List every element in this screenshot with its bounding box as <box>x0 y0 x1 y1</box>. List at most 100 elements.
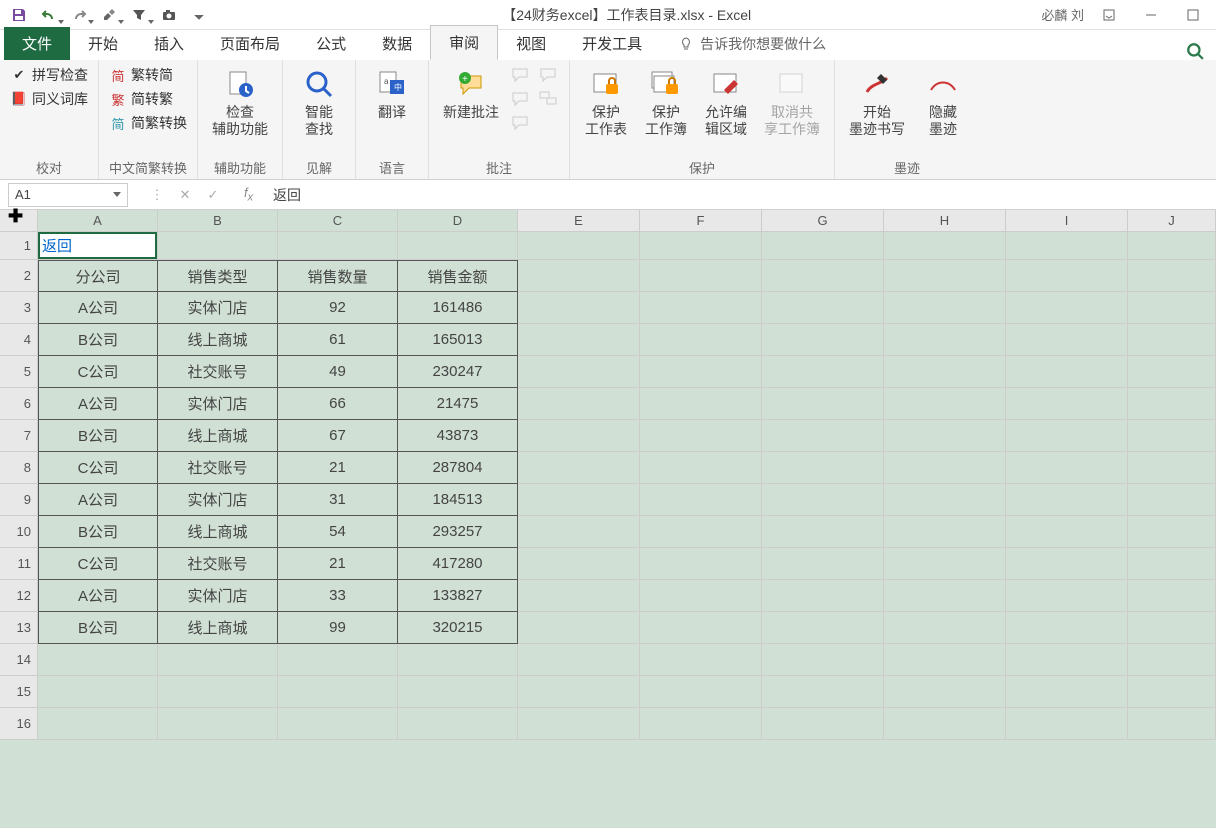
cell-B14[interactable] <box>158 644 278 676</box>
cell-H6[interactable] <box>884 388 1006 420</box>
tab-home[interactable]: 开始 <box>70 27 136 60</box>
qat-customize[interactable] <box>186 3 212 27</box>
cell-A15[interactable] <box>38 676 158 708</box>
cell-C6[interactable]: 66 <box>278 388 398 420</box>
cell-I11[interactable] <box>1006 548 1128 580</box>
col-header-C[interactable]: C <box>278 210 398 232</box>
cell-C2[interactable]: 销售数量 <box>278 260 398 292</box>
cancel-icon[interactable]: ✕ <box>176 187 194 203</box>
cell-J11[interactable] <box>1128 548 1216 580</box>
cell-C16[interactable] <box>278 708 398 740</box>
cell-H4[interactable] <box>884 324 1006 356</box>
cell-A8[interactable]: C公司 <box>38 452 158 484</box>
cell-I6[interactable] <box>1006 388 1128 420</box>
cell-G13[interactable] <box>762 612 884 644</box>
convert-button[interactable]: 简简繁转换 <box>109 112 187 134</box>
cell-G9[interactable] <box>762 484 884 516</box>
cell-G4[interactable] <box>762 324 884 356</box>
cell-E9[interactable] <box>518 484 640 516</box>
cell-H12[interactable] <box>884 580 1006 612</box>
cell-J10[interactable] <box>1128 516 1216 548</box>
name-box[interactable]: A1 <box>8 183 128 207</box>
col-header-A[interactable]: A <box>38 210 158 232</box>
row-header-13[interactable]: 13 <box>0 612 38 644</box>
tab-data[interactable]: 数据 <box>364 27 430 60</box>
row-header-12[interactable]: 12 <box>0 580 38 612</box>
cell-D15[interactable] <box>398 676 518 708</box>
cell-J7[interactable] <box>1128 420 1216 452</box>
cell-C3[interactable]: 92 <box>278 292 398 324</box>
cell-D10[interactable]: 293257 <box>398 516 518 548</box>
cell-C11[interactable]: 21 <box>278 548 398 580</box>
cell-A9[interactable]: A公司 <box>38 484 158 516</box>
cell-A14[interactable] <box>38 644 158 676</box>
cell-C8[interactable]: 21 <box>278 452 398 484</box>
cell-E4[interactable] <box>518 324 640 356</box>
cell-B3[interactable]: 实体门店 <box>158 292 278 324</box>
cell-E6[interactable] <box>518 388 640 420</box>
cell-F6[interactable] <box>640 388 762 420</box>
cell-A3[interactable]: A公司 <box>38 292 158 324</box>
spreadsheet-grid[interactable]: ABCDEFGHIJ 12345678910111213141516 返回分公司… <box>0 210 1216 828</box>
cell-C9[interactable]: 31 <box>278 484 398 516</box>
maximize-button[interactable] <box>1176 3 1210 27</box>
cell-H10[interactable] <box>884 516 1006 548</box>
row-header-7[interactable]: 7 <box>0 420 38 452</box>
cell-A12[interactable]: A公司 <box>38 580 158 612</box>
cell-B12[interactable]: 实体门店 <box>158 580 278 612</box>
cell-G3[interactable] <box>762 292 884 324</box>
cell-E1[interactable] <box>518 232 640 260</box>
cell-J5[interactable] <box>1128 356 1216 388</box>
cell-H2[interactable] <box>884 260 1006 292</box>
cell-H13[interactable] <box>884 612 1006 644</box>
cell-C14[interactable] <box>278 644 398 676</box>
cell-B5[interactable]: 社交账号 <box>158 356 278 388</box>
cell-J6[interactable] <box>1128 388 1216 420</box>
row-header-2[interactable]: 2 <box>0 260 38 292</box>
cell-D14[interactable] <box>398 644 518 676</box>
cell-D3[interactable]: 161486 <box>398 292 518 324</box>
cell-B7[interactable]: 线上商城 <box>158 420 278 452</box>
protect-workbook-button[interactable]: 保护工作簿 <box>640 64 692 140</box>
cell-I5[interactable] <box>1006 356 1128 388</box>
cell-G15[interactable] <box>762 676 884 708</box>
cell-A16[interactable] <box>38 708 158 740</box>
cell-J3[interactable] <box>1128 292 1216 324</box>
cell-I16[interactable] <box>1006 708 1128 740</box>
cell-A13[interactable]: B公司 <box>38 612 158 644</box>
cell-F11[interactable] <box>640 548 762 580</box>
cell-J1[interactable] <box>1128 232 1216 260</box>
cell-C4[interactable]: 61 <box>278 324 398 356</box>
allow-edit-button[interactable]: 允许编辑区域 <box>700 64 752 140</box>
filter-button[interactable] <box>126 3 152 27</box>
col-header-B[interactable]: B <box>158 210 278 232</box>
row-header-5[interactable]: 5 <box>0 356 38 388</box>
cell-I2[interactable] <box>1006 260 1128 292</box>
cell-A7[interactable]: B公司 <box>38 420 158 452</box>
trad-to-simp-button[interactable]: 简繁转简 <box>109 64 187 86</box>
smart-lookup-button[interactable]: 智能查找 <box>293 64 345 140</box>
col-header-D[interactable]: D <box>398 210 518 232</box>
cell-J14[interactable] <box>1128 644 1216 676</box>
cell-F16[interactable] <box>640 708 762 740</box>
hide-ink-button[interactable]: 隐藏墨迹 <box>917 64 969 140</box>
enter-icon[interactable]: ✓ <box>204 187 222 203</box>
cell-E13[interactable] <box>518 612 640 644</box>
cell-H11[interactable] <box>884 548 1006 580</box>
cell-I8[interactable] <box>1006 452 1128 484</box>
cell-H3[interactable] <box>884 292 1006 324</box>
cell-D13[interactable]: 320215 <box>398 612 518 644</box>
cell-E16[interactable] <box>518 708 640 740</box>
cell-C15[interactable] <box>278 676 398 708</box>
cell-H1[interactable] <box>884 232 1006 260</box>
ribbon-options-button[interactable] <box>1092 3 1126 27</box>
col-header-F[interactable]: F <box>640 210 762 232</box>
cell-C1[interactable] <box>278 232 398 260</box>
cell-F2[interactable] <box>640 260 762 292</box>
cell-J8[interactable] <box>1128 452 1216 484</box>
cell-F14[interactable] <box>640 644 762 676</box>
cell-D2[interactable]: 销售金额 <box>398 260 518 292</box>
cell-D16[interactable] <box>398 708 518 740</box>
cell-I4[interactable] <box>1006 324 1128 356</box>
cell-I14[interactable] <box>1006 644 1128 676</box>
